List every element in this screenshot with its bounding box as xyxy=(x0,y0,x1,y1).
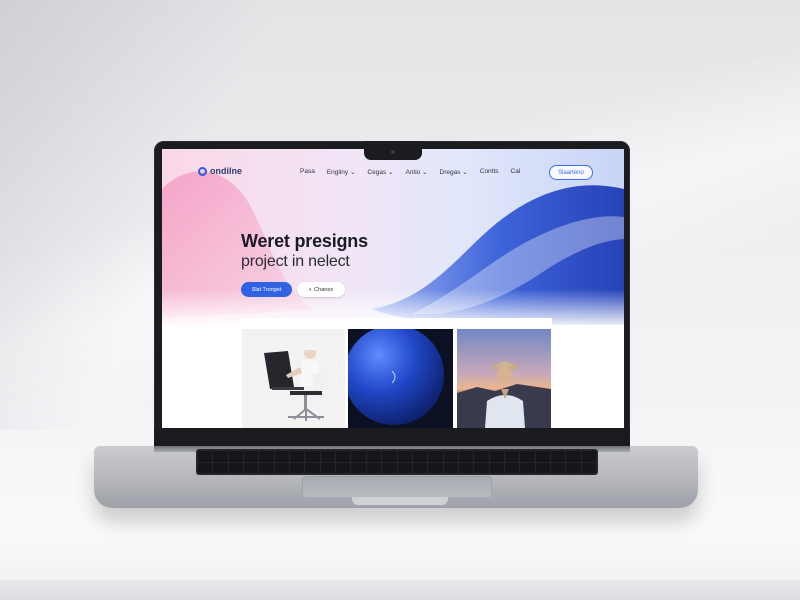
logo-icon xyxy=(198,166,207,176)
laptop-trackpad xyxy=(302,476,492,498)
keyboard-key xyxy=(489,462,504,473)
hero-secondary-button[interactable]: ◐ Chanes xyxy=(297,282,345,297)
keyboard-key xyxy=(213,451,228,462)
keyboard-key xyxy=(259,451,274,462)
keyboard-key xyxy=(274,462,290,473)
keyboard-key xyxy=(504,462,520,473)
keyboard-key xyxy=(351,462,366,473)
nav-links: Pasa Engliny ⌄ Cegas ⌄ Antio ⌄ Dregas ⌄ … xyxy=(300,168,520,176)
keyboard-key xyxy=(581,462,596,473)
keyboard-key xyxy=(320,451,336,462)
nav-link-1[interactable]: Pasa xyxy=(300,168,315,176)
keyboard-key xyxy=(550,462,566,473)
person-in-hat-image xyxy=(457,329,551,428)
nav-link-7[interactable]: Cal xyxy=(511,168,521,176)
keyboard-key xyxy=(397,462,412,473)
keyboard-key xyxy=(244,451,259,462)
keyboard-key xyxy=(228,462,244,473)
webcam-icon xyxy=(391,150,395,154)
keyboard-key xyxy=(290,451,305,462)
keyboard-key xyxy=(474,451,489,462)
gallery-card-portrait[interactable] xyxy=(457,329,551,428)
logo-text: ondilne xyxy=(210,166,242,176)
keyboard-key xyxy=(290,462,305,473)
keyboard-key xyxy=(259,462,274,473)
keyboard-key xyxy=(489,451,504,462)
laptop-screen: ondilne Pasa Engliny ⌄ Cegas ⌄ Antio ⌄ D… xyxy=(162,149,624,428)
keyboard-key xyxy=(198,451,213,462)
keyboard-key xyxy=(336,462,351,473)
keyboard-key xyxy=(428,462,443,473)
keyboard-key xyxy=(504,451,520,462)
nav-link-3[interactable]: Cegas ⌄ xyxy=(367,168,393,176)
keyboard-key xyxy=(412,462,428,473)
gallery-card-sphere[interactable] xyxy=(348,329,453,428)
hero-primary-button[interactable]: Slat Tronget xyxy=(241,282,292,297)
keyboard-key xyxy=(443,462,458,473)
site-navbar: ondilne Pasa Engliny ⌄ Cegas ⌄ Antio ⌄ D… xyxy=(162,161,624,185)
keyboard-key xyxy=(443,451,458,462)
keyboard-key xyxy=(274,451,290,462)
keyboard-key xyxy=(366,451,382,462)
keyboard-key xyxy=(474,462,489,473)
keyboard-key xyxy=(382,451,397,462)
nav-cta-button[interactable]: Slaarteno xyxy=(549,165,593,180)
keyboard-key xyxy=(198,462,213,473)
keyboard-key xyxy=(520,451,535,462)
keyboard-key xyxy=(228,451,244,462)
keyboard-key xyxy=(520,462,535,473)
laptop-keyboard xyxy=(196,449,598,475)
keyboard-key xyxy=(550,451,566,462)
nav-link-4[interactable]: Antio ⌄ xyxy=(405,168,427,176)
keyboard-key xyxy=(320,462,336,473)
blue-sphere-image xyxy=(348,329,453,428)
screen-bottom-bezel xyxy=(154,428,630,446)
keyboard-key xyxy=(581,451,596,462)
hero-secondary-label: Chanes xyxy=(314,286,334,293)
keyboard-key xyxy=(213,462,228,473)
nav-link-5[interactable]: Dregas ⌄ xyxy=(440,168,468,176)
image-gallery xyxy=(240,318,552,428)
keyboard-key xyxy=(458,462,474,473)
site-logo[interactable]: ondilne xyxy=(198,166,242,176)
keyboard-key xyxy=(535,451,550,462)
keyboard-key xyxy=(305,462,320,473)
hero-title: Weret presigns xyxy=(241,231,368,251)
keyboard-key xyxy=(397,451,412,462)
nav-link-6[interactable]: Contts xyxy=(480,168,499,176)
keyboard-key xyxy=(351,451,366,462)
hero-subtitle: project in nelect xyxy=(241,253,350,270)
desk-edge xyxy=(0,580,800,600)
keyboard-key xyxy=(366,462,382,473)
gallery-card-workstation[interactable] xyxy=(242,329,345,428)
keyboard-key xyxy=(336,451,351,462)
laptop-front-notch xyxy=(352,497,448,505)
keyboard-key xyxy=(305,451,320,462)
keyboard-key xyxy=(428,451,443,462)
nav-link-2[interactable]: Engliny ⌄ xyxy=(327,168,356,176)
keyboard-key xyxy=(535,462,550,473)
keyboard-key xyxy=(566,451,581,462)
person-at-laptop-image xyxy=(242,329,345,428)
keyboard-key xyxy=(458,451,474,462)
keyboard-key xyxy=(412,451,428,462)
keyboard-key xyxy=(244,462,259,473)
play-icon: ◐ xyxy=(308,286,313,293)
keyboard-key xyxy=(566,462,581,473)
keyboard-key xyxy=(382,462,397,473)
